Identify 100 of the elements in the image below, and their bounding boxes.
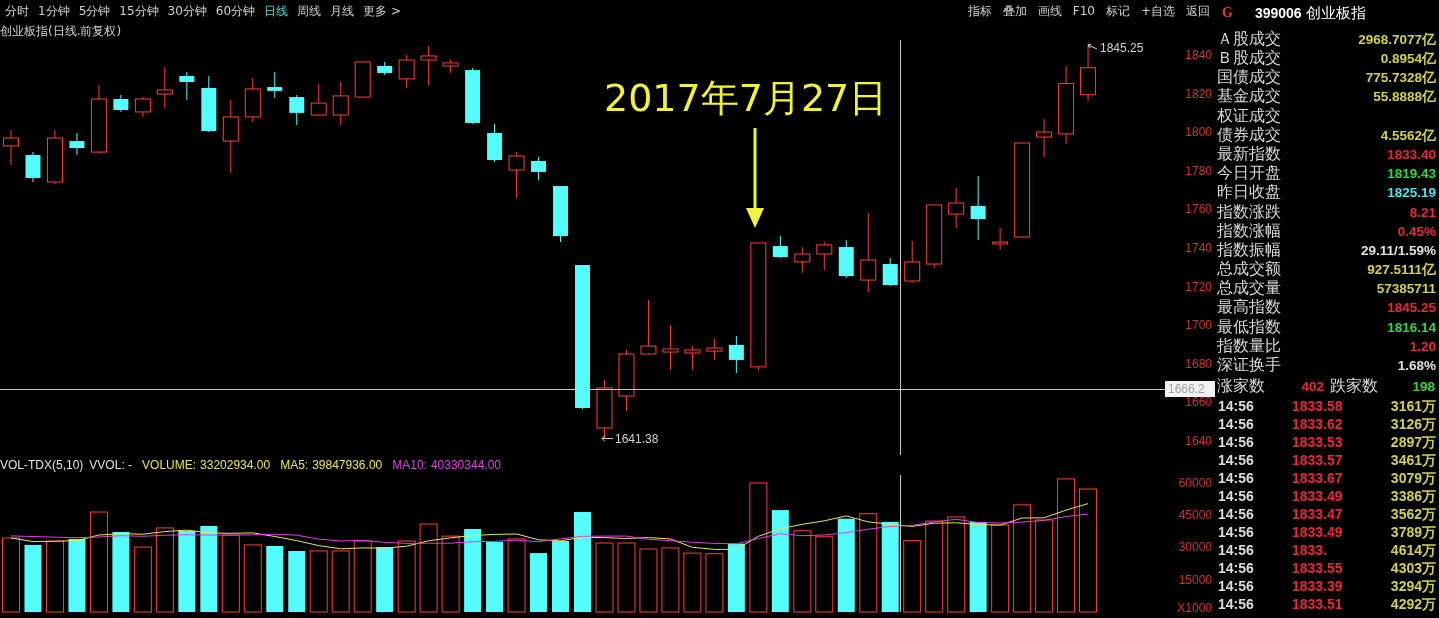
trade-time: 14:56 [1218, 579, 1255, 594]
cursor-price-label: 1666.2 [1165, 381, 1215, 397]
tool-button[interactable]: 标记 [1105, 5, 1130, 17]
candle [970, 175, 986, 241]
quote-label: 基金成交 [1217, 89, 1281, 105]
axis-label: 45000 [1178, 508, 1212, 523]
candle [1036, 118, 1053, 158]
trade-price: 1833.49 [1292, 525, 1344, 540]
trade-price: 1833.39 [1292, 579, 1344, 594]
axis-label: 1660 [1185, 395, 1212, 410]
candle [267, 71, 283, 99]
candle [25, 151, 41, 183]
quote-label: 指数涨跌 [1217, 204, 1281, 221]
axis-label: 1740 [1185, 241, 1212, 255]
candle [508, 151, 525, 199]
quote-label: 深证换手 [1217, 358, 1281, 374]
period-tab[interactable]: 月线 [330, 5, 355, 17]
axis-label: 1800 [1185, 125, 1212, 140]
trade-time: 14:56 [1218, 471, 1255, 486]
candle [662, 324, 679, 371]
candle [69, 132, 85, 156]
legend-value: 33202934.00 [200, 459, 271, 471]
tool-button[interactable]: 叠加 [1002, 5, 1027, 17]
breadth-label: 跌家数 [1330, 378, 1378, 395]
quote-label: Ａ股成交 [1217, 31, 1281, 48]
quote-label: 债券成交 [1217, 127, 1281, 144]
trade-price: 1833.47 [1292, 507, 1344, 522]
trade-price: 1833.62 [1292, 417, 1344, 432]
quote-label: 国债成交 [1217, 70, 1281, 86]
trade-volume: 3461万 [1389, 453, 1436, 468]
candle [553, 185, 568, 243]
candle [618, 349, 635, 412]
tool-button[interactable]: F10 [1072, 5, 1095, 17]
tool-button[interactable]: 返回 [1186, 5, 1210, 17]
quote-label: 最新指数 [1217, 146, 1281, 163]
security-name: 创业板指 [1305, 4, 1366, 22]
quote-label: 总成交额 [1217, 262, 1281, 278]
quote-value: 4.5562亿 [1380, 128, 1436, 143]
tool-button[interactable]: 指标 [967, 5, 992, 17]
quote-label: 今日开盘 [1217, 166, 1281, 182]
trade-time: 14:56 [1218, 453, 1255, 468]
quote-label: 指数涨幅 [1217, 223, 1281, 240]
period-tab[interactable]: 更多 > [363, 5, 401, 17]
candle [992, 227, 1009, 251]
trade-price: 1833.67 [1292, 471, 1344, 486]
trade-time: 14:56 [1218, 561, 1255, 576]
period-tab[interactable]: 60分钟 [215, 5, 256, 17]
candle [90, 84, 107, 154]
candle [487, 123, 503, 163]
trade-volume: 3562万 [1389, 507, 1436, 522]
period-tab[interactable]: 日线 [264, 5, 289, 17]
declining-count: 198 [1412, 379, 1435, 394]
candle [838, 239, 854, 279]
period-tab[interactable]: 1分钟 [38, 5, 70, 17]
candle [442, 59, 459, 74]
candle [948, 187, 965, 229]
period-tab[interactable]: 30分钟 [167, 5, 207, 17]
quote-value: 1825.19 [1387, 186, 1436, 200]
trade-price: 1833.58 [1292, 399, 1344, 414]
quote-value: 1845.25 [1387, 301, 1436, 315]
candle [596, 379, 613, 439]
quote-label: 指数振幅 [1217, 242, 1281, 259]
period-tab[interactable]: 周线 [297, 5, 322, 17]
period-tab[interactable]: 分时 [5, 5, 29, 17]
trade-volume: 3079万 [1389, 471, 1436, 486]
candle [420, 45, 437, 86]
candle [728, 335, 744, 374]
high-price-label: 1845.25 [1100, 41, 1144, 55]
legend-label: VOLUME: [142, 459, 197, 471]
leader-arrow [601, 435, 614, 442]
date-annotation: 2017年7月27日 [604, 76, 888, 120]
axis-label: 1840 [1185, 48, 1212, 62]
candle [3, 129, 19, 166]
market-letter: G [1222, 4, 1233, 22]
candle [354, 61, 371, 99]
trade-time: 14:56 [1218, 543, 1255, 558]
candle [201, 75, 217, 133]
axis-label: 1720 [1185, 279, 1212, 294]
legend-label: MA10: [392, 459, 427, 471]
candle [332, 81, 349, 126]
quote-label: 最高指数 [1217, 300, 1281, 316]
security-code: 399006 [1254, 4, 1302, 22]
quote-value: 1.68% [1397, 359, 1436, 373]
trade-time: 14:56 [1218, 489, 1255, 504]
axis-label: 15000 [1178, 572, 1212, 587]
quote-value: 1819.43 [1387, 167, 1436, 181]
axis-label: 30000 [1178, 540, 1212, 555]
candle [156, 66, 173, 109]
trade-time: 14:56 [1218, 597, 1255, 612]
axis-unit: X1000 [1177, 601, 1212, 615]
candle [816, 241, 833, 271]
period-tab[interactable]: 5分钟 [78, 5, 111, 17]
quote-value: 0.45% [1397, 224, 1436, 239]
period-tab[interactable]: 15分钟 [119, 5, 159, 17]
trade-price: 1833.53 [1292, 435, 1344, 450]
tool-button[interactable]: 画线 [1037, 5, 1062, 17]
trade-price: 1833.55 [1292, 561, 1344, 576]
quote-label: Ｂ股成交 [1217, 51, 1281, 67]
tool-button[interactable]: +自选 [1140, 5, 1175, 17]
quote-value: 1816.14 [1387, 320, 1436, 335]
